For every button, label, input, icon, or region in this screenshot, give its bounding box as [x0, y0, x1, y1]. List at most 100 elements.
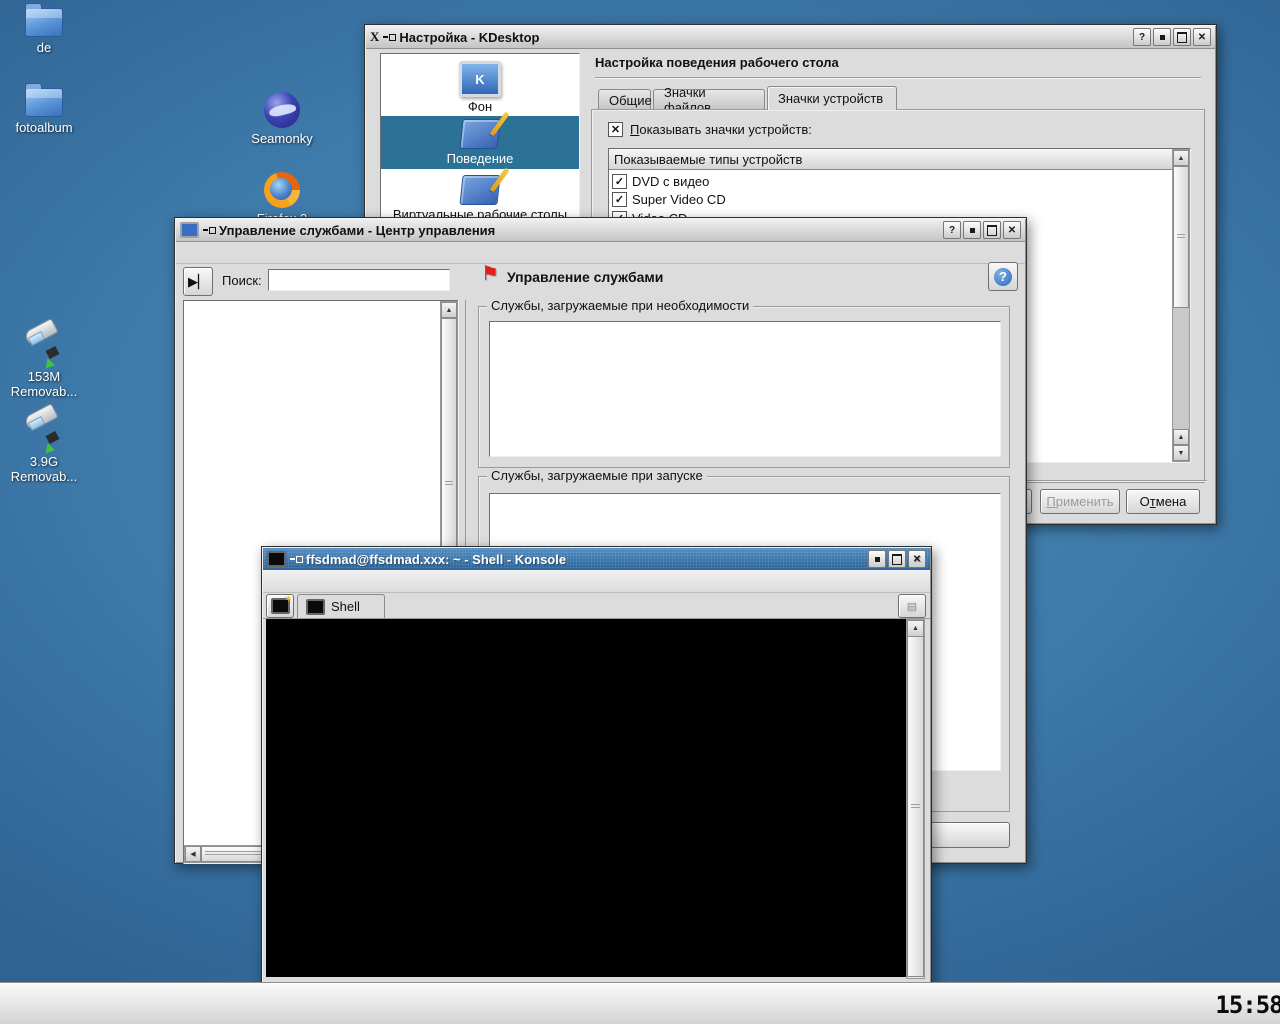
icon-label: de	[2, 40, 86, 55]
cancel-button[interactable]: Отмена	[1126, 489, 1200, 514]
tab-shell[interactable]: Shell	[297, 594, 385, 618]
help-button[interactable]: ?	[988, 262, 1018, 291]
group-title: Службы, загружаемые при запуске	[487, 468, 707, 483]
tab-device-icons[interactable]: Значки устройств	[767, 86, 897, 110]
minimize-button[interactable]	[963, 221, 981, 239]
close-button[interactable]: ✕	[908, 550, 926, 568]
firefox-icon	[264, 172, 300, 208]
sidebar-item-label: Поведение	[381, 151, 579, 166]
icon-label: 3.9G Removab...	[2, 454, 86, 484]
konsole-window-icon	[267, 551, 286, 567]
minimize-button[interactable]	[868, 550, 886, 568]
removable-153m[interactable]: 153M Removab...	[2, 330, 86, 399]
scrollbar-thumb[interactable]	[1173, 166, 1189, 308]
tab-label: Shell	[331, 599, 360, 614]
tab-list-icon: ▤	[907, 600, 917, 613]
folder-icon	[25, 8, 63, 37]
tab-list-button[interactable]: ▤	[898, 594, 926, 618]
help-button[interactable]: ?	[1133, 28, 1151, 46]
scroll-left-button[interactable]: ◀	[185, 846, 201, 862]
scroll-up-button[interactable]: ▲	[907, 620, 924, 637]
tab-general[interactable]: Общие	[598, 89, 651, 110]
close-button[interactable]: ✕	[1003, 221, 1021, 239]
sidebar-item-background[interactable]: K Фон	[381, 58, 579, 114]
device-type-row[interactable]: ✓Super Video CD	[612, 191, 1172, 209]
device-types-header[interactable]: Показываемые типы устройств	[609, 149, 1173, 170]
help-icon: ?	[994, 268, 1012, 286]
folder-icon	[25, 88, 63, 117]
minimize-button[interactable]	[1153, 28, 1171, 46]
window-title: Настройка - KDesktop	[399, 30, 1127, 45]
panel-title: Управление службами	[507, 269, 663, 285]
ondemand-services-table	[489, 321, 1001, 457]
folder-de[interactable]: de	[2, 8, 86, 55]
device-checkbox[interactable]: ✓	[612, 174, 627, 189]
device-label: DVD с видео	[627, 174, 714, 189]
tab-label: Значки устройств	[778, 91, 883, 106]
ondemand-services-group: Службы, загружаемые при необходимости	[478, 306, 1010, 468]
background-icon: K	[459, 61, 501, 97]
scrollbar-thumb[interactable]	[907, 636, 924, 977]
kcontrol-window-icon	[180, 222, 199, 238]
clear-search-button[interactable]: ▶▏	[183, 267, 213, 296]
tab-file-icons[interactable]: Значки файлов	[653, 89, 765, 110]
usb-icon	[22, 330, 66, 366]
taskbar-clock[interactable]: 15:58	[1220, 984, 1278, 1024]
help-button[interactable]: ?	[943, 221, 961, 239]
konsole-titlebar[interactable]: ffsdmad@ffsdmad.xxx: ~ - Shell - Konsole…	[263, 548, 930, 571]
scroll-up-button[interactable]: ▲	[441, 302, 457, 318]
new-session-button[interactable]: ✶	[266, 594, 294, 618]
icon-label: fotoalbum	[2, 120, 86, 135]
search-input[interactable]	[268, 269, 450, 291]
icon-label: 153M Removab...	[2, 369, 86, 399]
seamonkey-icon	[264, 92, 300, 128]
removable-39g[interactable]: 3.9G Removab...	[2, 415, 86, 484]
sidebar-item-label: Фон	[381, 99, 579, 114]
show-device-icons-row[interactable]: ✕ Показывать значки устройств:	[608, 122, 812, 137]
device-label: Super Video CD	[627, 192, 731, 207]
pin-icon[interactable]	[290, 554, 302, 564]
terminal-scrollbar[interactable]: ▲	[906, 619, 925, 979]
shell-tab-icon	[306, 599, 325, 615]
scroll-down-button[interactable]: ▼	[1173, 445, 1189, 461]
divider	[595, 77, 1201, 79]
window-title: Управление службами - Центр управления	[219, 223, 937, 238]
apply-button[interactable]: Применить	[1040, 489, 1120, 514]
taskbar-panel: 15:58	[0, 983, 1280, 1024]
maximize-button[interactable]	[1173, 28, 1191, 46]
behavior-icon	[459, 119, 500, 149]
kdesktop-window-icon: X	[370, 29, 379, 45]
show-device-icons-label: Показывать значки устройств:	[630, 122, 812, 137]
page-title: Настройка поведения рабочего стола	[595, 55, 839, 70]
desktop: X Настройка - KDesktop ?✕ KФонПоведениеВ…	[0, 0, 1280, 1024]
icon-label: Seamonky	[240, 131, 324, 146]
kcontrol-titlebar[interactable]: Управление службами - Центр управления ?…	[176, 219, 1025, 242]
window-title: ffsdmad@ffsdmad.xxx: ~ - Shell - Konsole	[306, 552, 862, 567]
show-device-icons-checkbox[interactable]: ✕	[608, 122, 623, 137]
behavior-icon	[459, 175, 500, 205]
device-checkbox[interactable]: ✓	[612, 192, 627, 207]
group-title: Службы, загружаемые при необходимости	[487, 298, 753, 313]
konsole-menubar	[263, 570, 930, 593]
sidebar-item-behavior[interactable]: Поведение	[381, 116, 579, 169]
close-button[interactable]: ✕	[1193, 28, 1211, 46]
konsole-tabbar: ✶ Shell ▤	[263, 592, 930, 619]
scroll-up-button2[interactable]: ▲	[1173, 429, 1189, 445]
kdesktop-titlebar[interactable]: X Настройка - KDesktop ? ✕	[366, 26, 1215, 49]
seamonkey-shortcut[interactable]: Seamonky	[240, 92, 324, 146]
tab-label: Общие	[609, 93, 652, 108]
pin-icon[interactable]	[203, 225, 215, 235]
terminal-output[interactable]	[266, 619, 907, 977]
usb-icon	[22, 415, 66, 451]
maximize-button[interactable]	[888, 550, 906, 568]
kcontrol-menubar	[176, 241, 1025, 264]
device-list-scrollbar[interactable]: ▲ ▲ ▼	[1172, 149, 1190, 462]
scroll-up-button[interactable]: ▲	[1173, 150, 1189, 166]
search-label: Поиск:	[222, 273, 262, 288]
clear-search-icon: ▶▏	[188, 274, 208, 290]
maximize-button[interactable]	[983, 221, 1001, 239]
konsole-window: ffsdmad@ffsdmad.xxx: ~ - Shell - Konsole…	[261, 546, 932, 984]
device-type-row[interactable]: ✓DVD с видео	[612, 172, 1172, 190]
folder-fotoalbum[interactable]: fotoalbum	[2, 88, 86, 135]
pin-icon[interactable]	[383, 32, 395, 42]
